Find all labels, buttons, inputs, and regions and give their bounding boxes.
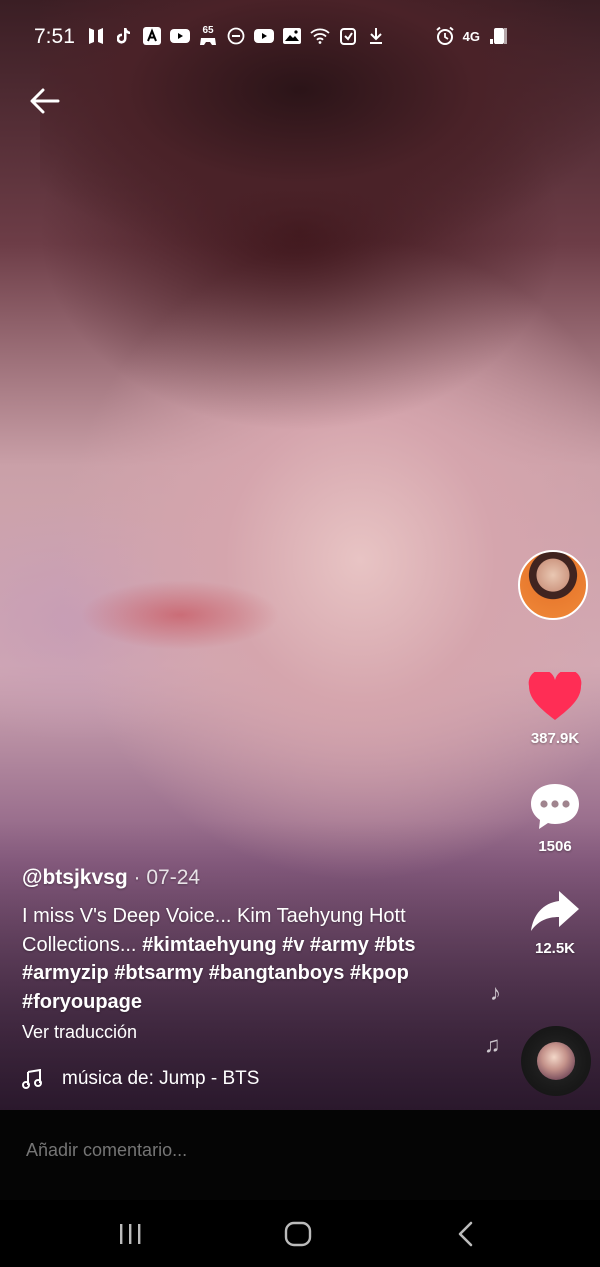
author-avatar[interactable]: [518, 550, 588, 620]
game-icon: 65: [198, 26, 218, 46]
hashtag[interactable]: #kimtaehyung: [142, 934, 276, 956]
home-button[interactable]: [278, 1214, 318, 1254]
hashtag[interactable]: #btsarmy: [114, 962, 203, 984]
arrow-left-icon: [30, 88, 60, 114]
music-disc[interactable]: [521, 1026, 591, 1096]
music-label: música de: Jump - BTS: [62, 1068, 260, 1089]
floating-note-icon: ♫: [484, 1032, 501, 1057]
battery-icon: [494, 28, 504, 44]
comment-bar: [0, 1110, 600, 1200]
back-button[interactable]: [28, 84, 62, 118]
hashtag[interactable]: #v: [282, 934, 304, 956]
translate-link[interactable]: Ver traducción: [22, 1022, 137, 1043]
like-count: 387.9K: [530, 730, 580, 747]
game-badge: 65: [202, 25, 214, 36]
dnd-icon: [226, 26, 246, 46]
back-nav-button[interactable]: [446, 1214, 486, 1254]
share-arrow-icon: [531, 891, 579, 931]
alarm-icon: [435, 26, 455, 46]
download-icon: [366, 26, 386, 46]
tiktok-icon: [114, 26, 134, 46]
heart-icon: [528, 672, 582, 720]
hashtag[interactable]: #bangtanboys: [209, 962, 345, 984]
chevron-left-icon: [458, 1221, 473, 1247]
hashtag[interactable]: #kpop: [350, 962, 409, 984]
comment-count: 1506: [538, 838, 572, 855]
home-icon: [284, 1221, 312, 1247]
status-time: 7:51: [34, 25, 75, 48]
wifi-icon: [310, 26, 330, 46]
notification-icons: 65: [86, 26, 386, 46]
music-disc-cover: [537, 1042, 575, 1080]
share-button[interactable]: 12.5K: [520, 890, 590, 957]
comment-bubble-icon: [531, 784, 579, 829]
youtube-icon: [170, 26, 190, 46]
system-navigation-bar: [0, 1200, 600, 1267]
recent-apps-icon: [120, 1224, 141, 1244]
hashtag[interactable]: #armyzip: [22, 962, 109, 984]
recent-apps-button[interactable]: [110, 1214, 150, 1254]
bts-icon: [86, 26, 106, 46]
music-row[interactable]: música de: Jump - BTS: [22, 1068, 284, 1090]
youtube-icon: [254, 26, 274, 46]
post-author-line[interactable]: @btsjkvsg · 07-24: [22, 866, 200, 890]
hashtag[interactable]: #bts: [374, 934, 415, 956]
floating-note-icon: ♪: [490, 980, 501, 1005]
network-type: 4G: [462, 28, 480, 44]
like-button[interactable]: 387.9K: [520, 672, 590, 747]
status-bar: 7:51 65 4G: [0, 22, 600, 56]
hashtag[interactable]: #foryoupage: [22, 991, 142, 1013]
post-date: 07-24: [146, 866, 201, 889]
author-username[interactable]: @btsjkvsg: [22, 866, 128, 889]
music-note-icon: [22, 1069, 42, 1089]
adobe-icon: [142, 26, 162, 46]
comment-button[interactable]: 1506: [520, 782, 590, 855]
video-lips-shading: [80, 580, 280, 650]
hashtag[interactable]: #army: [310, 934, 369, 956]
share-count: 12.5K: [534, 940, 576, 957]
gallery-icon: [282, 26, 302, 46]
clipboard-icon: [338, 26, 358, 46]
post-caption: I miss V's Deep Voice... Kim Taehyung Ho…: [22, 902, 462, 1016]
comment-input[interactable]: [26, 1140, 526, 1161]
